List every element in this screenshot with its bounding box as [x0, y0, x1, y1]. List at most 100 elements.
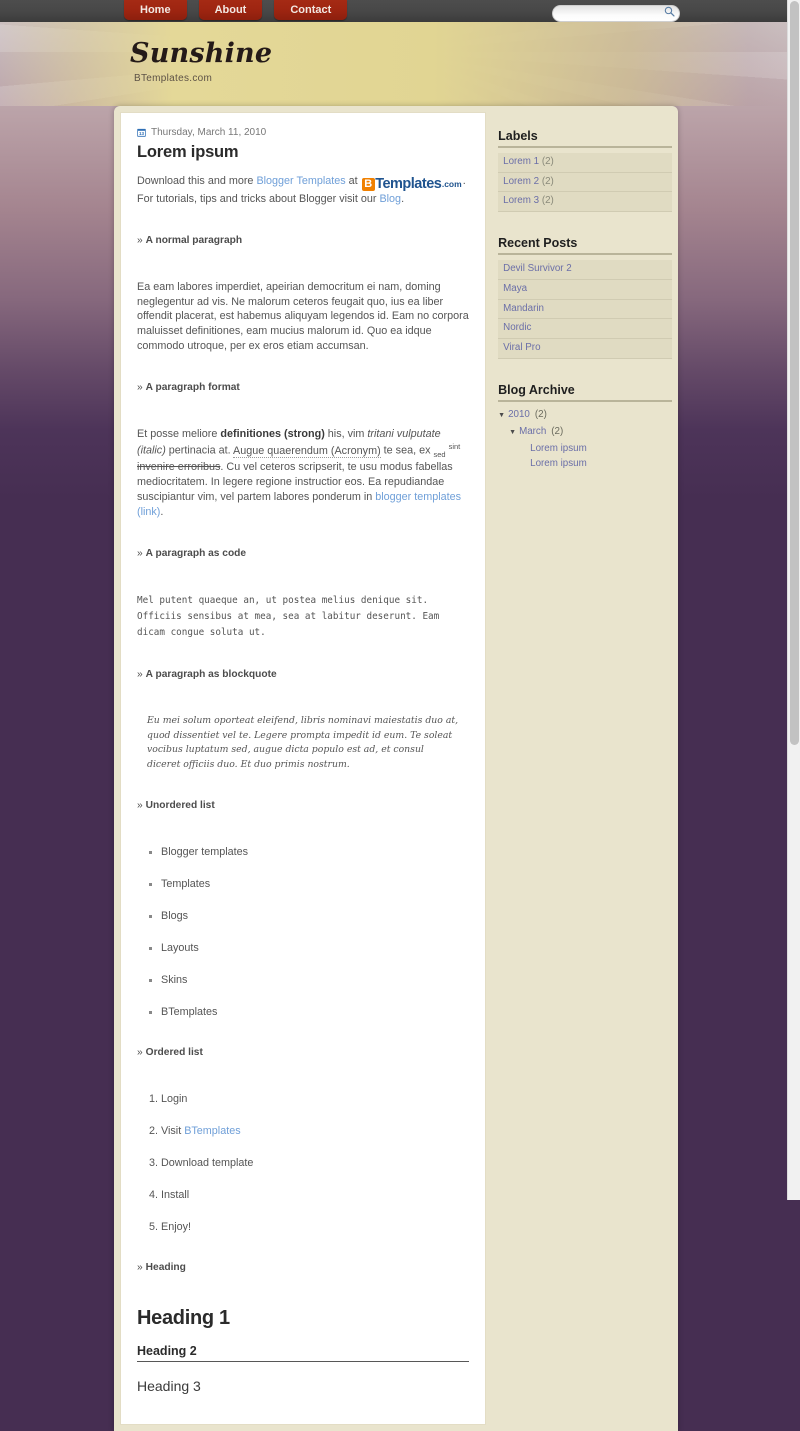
nav-item-about[interactable]: About: [198, 0, 263, 20]
archive-year-count: (2): [534, 408, 547, 420]
list-item[interactable]: Devil Survivor 2: [498, 260, 672, 280]
list-item: Blogger templates: [161, 845, 469, 859]
chevron-right-icon: »: [137, 234, 143, 246]
btemplates-logo-b-icon: B: [361, 178, 375, 191]
section-label-paragraph-format-text: A paragraph format: [145, 382, 240, 394]
content-wrapper: 13 Thursday, March 11, 2010 Lorem ipsum …: [114, 106, 678, 1431]
recent-post-link[interactable]: Mandarin: [503, 303, 544, 314]
blockquote-text: Eu mei solum oporteat eleifend, libris n…: [147, 715, 459, 770]
recent-post-link[interactable]: Maya: [503, 283, 527, 294]
sidebar: Labels Lorem 1 (2) Lorem 2 (2) Lorem 3 (…: [498, 112, 672, 495]
archive-tree: ▼ 2010 (2) ▼ March (2) Lorem ipsum Lorem…: [498, 407, 672, 471]
search-box: [552, 3, 680, 22]
intro-text-2: at: [345, 175, 361, 187]
btemplates-list-link[interactable]: BTemplates: [184, 1125, 240, 1137]
widget-title-recent-posts: Recent Posts: [498, 236, 672, 256]
list-item: Enjoy!: [161, 1220, 469, 1234]
post-date-text: Thursday, March 11, 2010: [151, 127, 267, 138]
list-item[interactable]: Maya: [498, 279, 672, 300]
code-block: Mel putent quaeque an, ut postea melius …: [137, 594, 445, 639]
btemplates-logo[interactable]: B Templates .com: [361, 177, 462, 192]
recent-post-link[interactable]: Viral Pro: [503, 342, 540, 353]
labels-list: Lorem 1 (2) Lorem 2 (2) Lorem 3 (2): [498, 153, 672, 213]
nav-item-home[interactable]: Home: [124, 0, 187, 20]
list-item: Blogs: [161, 909, 469, 923]
pf-text-1: Et posse meliore: [137, 428, 221, 441]
scrollbar-track[interactable]: [787, 0, 800, 1200]
pf-superscript: sint: [448, 441, 461, 451]
label-count: (2): [541, 156, 554, 167]
section-label-ordered-list-text: Ordered list: [145, 1047, 203, 1059]
content-columns: 13 Thursday, March 11, 2010 Lorem ipsum …: [120, 112, 672, 1426]
list-item[interactable]: Lorem 1 (2): [498, 153, 672, 173]
list-item[interactable]: Viral Pro: [498, 339, 672, 359]
widget-labels: Labels Lorem 1 (2) Lorem 2 (2) Lorem 3 (…: [498, 129, 672, 213]
list-item: BTemplates: [161, 1005, 469, 1019]
list-item-text: Download template: [161, 1157, 254, 1170]
chevron-right-icon: »: [137, 1262, 143, 1274]
list-item: Visit BTemplates: [161, 1124, 469, 1138]
triangle-down-icon[interactable]: ▼: [509, 426, 516, 439]
chevron-right-icon: »: [137, 1047, 143, 1059]
widget-recent-posts: Recent Posts Devil Survivor 2 Maya Manda…: [498, 236, 672, 359]
archive-month-row: ▼ March (2): [509, 424, 672, 441]
list-item[interactable]: Lorem 2 (2): [498, 172, 672, 193]
archive-month-link[interactable]: March: [519, 426, 546, 437]
section-label-unordered-list-text: Unordered list: [145, 800, 215, 812]
main-content-column: 13 Thursday, March 11, 2010 Lorem ipsum …: [120, 112, 487, 1426]
section-label-normal-paragraph-text: A normal paragraph: [145, 234, 243, 246]
archive-post-link[interactable]: Lorem ipsum: [530, 443, 587, 454]
label-link[interactable]: Lorem 1: [503, 156, 539, 167]
top-navigation-bar: Home About Contact: [0, 0, 788, 22]
intro-text-4: .: [401, 192, 405, 205]
section-label-normal-paragraph: » A normal paragraph: [137, 235, 469, 246]
btemplates-logo-com: .com: [441, 179, 462, 190]
pf-strong: definitiones (strong): [220, 428, 325, 441]
pf-text-8: .: [160, 505, 164, 518]
nav-menu: Home About Contact: [124, 0, 348, 22]
triangle-down-icon[interactable]: ▼: [498, 409, 505, 422]
label-link[interactable]: Lorem 2: [503, 176, 539, 187]
site-title: Sunshine: [130, 38, 273, 69]
scrollbar-thumb[interactable]: [790, 1, 799, 745]
label-link[interactable]: Lorem 3: [503, 195, 539, 206]
archive-year-row: ▼ 2010 (2): [498, 407, 672, 424]
site-header: Sunshine BTemplates.com: [0, 22, 788, 106]
section-label-heading: » Heading: [137, 1262, 469, 1273]
svg-text:13: 13: [139, 131, 145, 136]
search-input[interactable]: [552, 5, 680, 22]
list-item[interactable]: Nordic: [498, 319, 672, 340]
list-item: Layouts: [161, 941, 469, 955]
section-label-blockquote-text: A paragraph as blockquote: [145, 669, 277, 681]
archive-post-row: Lorem ipsum: [530, 441, 672, 456]
pf-text-3: pertinacia at.: [165, 444, 234, 457]
list-item[interactable]: Mandarin: [498, 299, 672, 320]
nav-item-contact[interactable]: Contact: [274, 0, 348, 20]
label-count: (2): [541, 195, 554, 207]
recent-posts-list: Devil Survivor 2 Maya Mandarin Nordic Vi…: [498, 260, 672, 359]
search-icon[interactable]: [664, 6, 675, 17]
section-label-paragraph-format: » A paragraph format: [137, 382, 469, 393]
archive-post-row: Lorem ipsum: [530, 456, 672, 471]
chevron-right-icon: »: [137, 547, 143, 559]
post-date: 13 Thursday, March 11, 2010: [137, 127, 469, 138]
recent-post-link[interactable]: Devil Survivor 2: [503, 263, 572, 274]
list-item: Templates: [161, 877, 469, 891]
pf-acronym: Augue quaerendum (Acronym): [233, 444, 381, 458]
recent-post-link[interactable]: Nordic: [503, 322, 531, 333]
widget-title-blog-archive: Blog Archive: [498, 383, 672, 402]
list-item-text: Login: [161, 1093, 188, 1106]
heading-2-sample: Heading 2: [137, 1344, 470, 1363]
archive-year-link[interactable]: 2010: [508, 409, 530, 420]
archive-post-link[interactable]: Lorem ipsum: [530, 458, 587, 469]
paragraph-format-text: Et posse meliore definitiones (strong) h…: [137, 427, 469, 520]
section-label-code-text: A paragraph as code: [145, 547, 247, 559]
post-title: Lorem ipsum: [137, 143, 239, 161]
list-item[interactable]: Lorem 3 (2): [498, 192, 672, 213]
list-item: Login: [161, 1092, 469, 1106]
label-count: (2): [541, 175, 554, 187]
pf-strikethrough: invenire erroribus: [137, 461, 221, 474]
blog-link[interactable]: Blog: [379, 193, 401, 205]
post-intro-paragraph: Download this and more Blogger Templates…: [137, 174, 469, 207]
blogger-templates-link[interactable]: Blogger Templates: [256, 175, 345, 187]
